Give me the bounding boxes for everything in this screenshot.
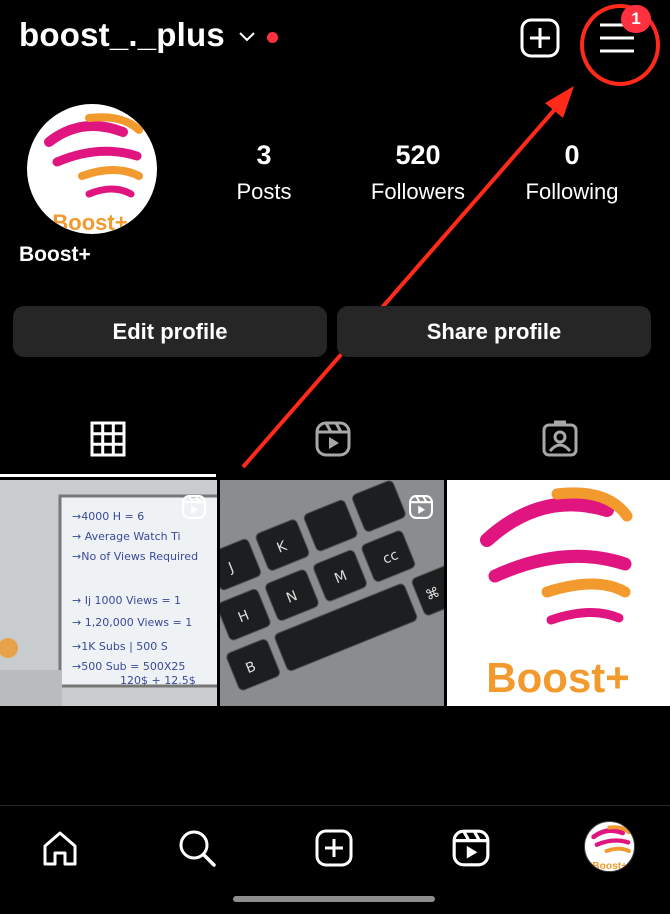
whiteboard-line: 120$ + 12.5$	[120, 674, 196, 687]
boost-logo-icon: Boost+	[44, 113, 143, 234]
active-tab-indicator	[0, 474, 216, 477]
boost-logo-icon: Boost+	[591, 825, 631, 871]
following-count: 0	[564, 140, 580, 170]
posts-stat[interactable]: 3 Posts	[214, 140, 314, 205]
tab-tagged[interactable]	[450, 400, 670, 478]
nav-create[interactable]	[312, 826, 356, 870]
reel-badge-icon	[409, 495, 433, 519]
post-tile-1[interactable]: →4000 H = 6 → Average Watch Ti →No of Vi…	[0, 480, 217, 706]
home-indicator	[233, 896, 435, 902]
post-brand: Boost+	[486, 654, 630, 701]
following-label: Following	[525, 179, 619, 204]
whiteboard-line: →500 Sub = 500X25	[72, 660, 185, 673]
boost-logo-icon: Boost+	[480, 487, 633, 701]
create-icon	[315, 829, 353, 867]
search-icon	[179, 830, 216, 867]
whiteboard-line: →4000 H = 6	[72, 510, 144, 523]
nav-search[interactable]	[175, 826, 219, 870]
nav-home[interactable]	[38, 826, 82, 870]
grid-icon	[90, 421, 126, 457]
share-profile-button[interactable]: Share profile	[337, 306, 651, 357]
whiteboard-line: → Ij 1000 Views = 1	[72, 594, 181, 607]
followers-label: Followers	[370, 179, 466, 204]
tagged-icon	[542, 420, 578, 457]
post-tile-3[interactable]: Boost+	[447, 480, 670, 706]
whiteboard-line: →1K Subs | 500 S	[72, 640, 168, 653]
reels-icon	[452, 829, 490, 867]
edit-profile-button[interactable]: Edit profile	[13, 306, 327, 357]
profile-display-name: Boost+	[19, 243, 91, 266]
following-stat[interactable]: 0 Following	[512, 140, 632, 205]
whiteboard-line: →No of Views Required	[72, 550, 198, 563]
posts-count: 3	[256, 140, 272, 170]
nav-reels[interactable]	[449, 826, 493, 870]
followers-count: 520	[395, 140, 441, 170]
profile-avatar[interactable]: Boost+	[27, 104, 157, 234]
nav-profile-avatar[interactable]: Boost+	[584, 821, 635, 872]
reels-icon	[315, 421, 351, 457]
followers-stat[interactable]: 520 Followers	[358, 140, 478, 205]
tab-reels[interactable]	[225, 400, 441, 478]
home-icon	[43, 831, 77, 866]
whiteboard-line: → 1,20,000 Views = 1	[72, 616, 192, 629]
tab-posts[interactable]	[0, 400, 216, 478]
reel-badge-icon	[182, 495, 206, 519]
whiteboard-line: → Average Watch Ti	[72, 530, 181, 543]
posts-label: Posts	[236, 179, 292, 204]
post-tile-2[interactable]: J K H M N B ⌘ cc	[220, 480, 444, 706]
